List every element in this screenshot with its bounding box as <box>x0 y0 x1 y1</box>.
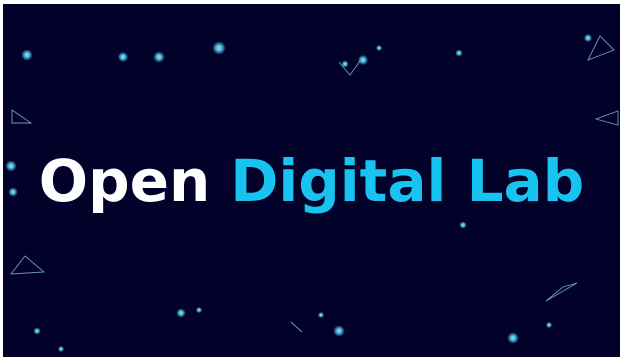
banner: Open Digital Lab <box>3 4 620 357</box>
brand-logo: Open Digital Lab <box>3 4 620 357</box>
logo-word-digital-lab: Digital Lab <box>230 146 585 215</box>
logo-word-open: Open <box>38 146 211 215</box>
